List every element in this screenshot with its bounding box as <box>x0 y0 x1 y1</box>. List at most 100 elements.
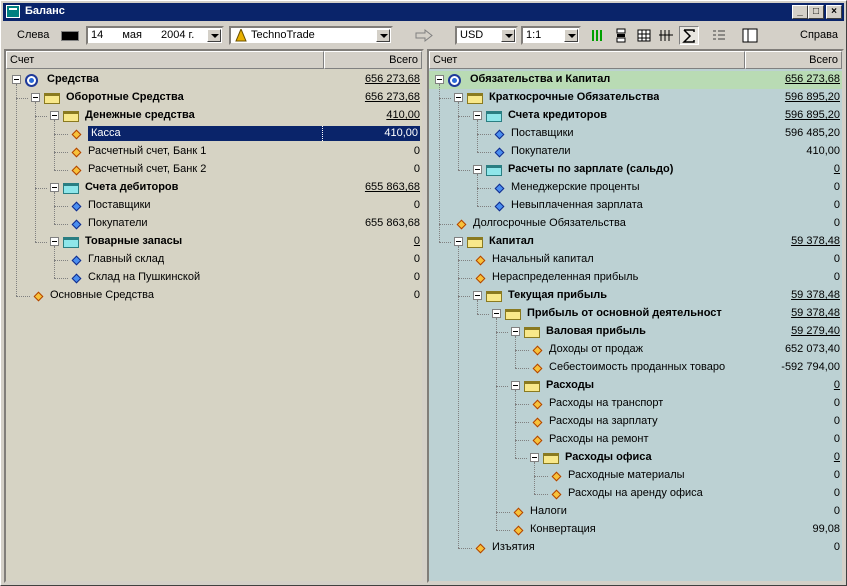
maximize-button[interactable]: □ <box>808 5 824 19</box>
tree-row[interactable]: Долгосрочные Обязательства 0 <box>429 215 842 233</box>
date-day: 14 <box>91 29 104 41</box>
tree-row[interactable]: Расходы на аренду офиса 0 <box>429 485 842 503</box>
tree-row[interactable]: Покупатели 410,00 <box>429 143 842 161</box>
date-picker[interactable]: 14 мая 2004 г. <box>86 26 224 45</box>
account-diamond-blue-icon <box>71 255 82 266</box>
tree-row[interactable]: Товарные запасы 0 <box>6 233 422 251</box>
tree-row[interactable]: Расходные материалы 0 <box>429 467 842 485</box>
tree-row[interactable]: Изъятия 0 <box>429 539 842 557</box>
color-swatch[interactable] <box>61 31 79 41</box>
split-icon[interactable] <box>656 26 676 45</box>
column-total-header[interactable]: Всего <box>745 51 842 69</box>
tree-guide-line <box>16 84 17 296</box>
columns-green-icon[interactable] <box>588 26 608 45</box>
arrow-right-icon[interactable] <box>413 26 433 45</box>
tree-row[interactable]: Себестоимость проданных товаро -592 794,0… <box>429 359 842 377</box>
tree-row[interactable]: Покупатели 655 863,68 <box>6 215 422 233</box>
collapse-toggle-icon[interactable] <box>454 237 463 246</box>
tree-row[interactable]: Налоги 0 <box>429 503 842 521</box>
tree-row[interactable]: Расходы офиса 0 <box>429 449 842 467</box>
assets-pane[interactable]: Счет Всего Средства 656 273,68 Оборотные С… <box>4 49 424 583</box>
chevron-down-icon[interactable] <box>376 29 390 42</box>
list-check-icon[interactable] <box>709 26 729 45</box>
tree-row[interactable]: Невыплаченная зарплата 0 <box>429 197 842 215</box>
grid-icon[interactable] <box>634 26 654 45</box>
tree-guide-line <box>477 174 478 206</box>
tree-row-value: 410,00 <box>806 145 840 157</box>
chevron-down-icon[interactable] <box>564 29 578 42</box>
currency-select[interactable]: USD <box>455 26 518 45</box>
tree-row[interactable]: Склад на Пушкинской 0 <box>6 269 422 287</box>
tree-row-label: Расходные материалы <box>568 469 685 481</box>
collapse-toggle-icon[interactable] <box>50 237 59 246</box>
chevron-down-icon[interactable] <box>501 29 515 42</box>
tree-row[interactable]: Основные Средства 0 <box>6 287 422 305</box>
tree-row[interactable]: Доходы от продаж 652 073,40 <box>429 341 842 359</box>
account-diamond-icon <box>71 147 82 158</box>
tree-row[interactable]: Начальный капитал 0 <box>429 251 842 269</box>
tree-row[interactable]: Счета кредиторов 596 895,20 <box>429 107 842 125</box>
tree-row[interactable]: Поставщики 0 <box>6 197 422 215</box>
chevron-down-icon[interactable] <box>207 29 221 42</box>
tree-row-label: Расходы <box>546 379 595 391</box>
collapse-toggle-icon[interactable] <box>12 75 21 84</box>
collapse-toggle-icon[interactable] <box>473 291 482 300</box>
collapse-toggle-icon[interactable] <box>530 453 539 462</box>
tree-row-value: 410,00 <box>386 109 420 121</box>
collapse-toggle-icon[interactable] <box>511 381 520 390</box>
tree-row-label: Расходы офиса <box>565 451 652 463</box>
tree-row[interactable]: Текущая прибыль 59 378,48 <box>429 287 842 305</box>
tree-row[interactable]: Денежные средства 410,00 <box>6 107 422 125</box>
tree-row[interactable]: Обязательства и Капитал 656 273,68 <box>429 71 842 89</box>
tree-row[interactable]: Прибыль от основной деятельност 59 378,48 <box>429 305 842 323</box>
tree-row[interactable]: Расходы на ремонт 0 <box>429 431 842 449</box>
tree-row[interactable]: Конвертация 99,08 <box>429 521 842 539</box>
tree-row[interactable]: Расходы на зарплату 0 <box>429 413 842 431</box>
column-account-header[interactable]: Счет <box>6 51 324 69</box>
collapse-toggle-icon[interactable] <box>473 165 482 174</box>
close-button[interactable]: × <box>826 5 842 19</box>
column-total-header[interactable]: Всего <box>324 51 422 69</box>
sum-button[interactable] <box>679 26 699 45</box>
account-diamond-icon <box>71 165 82 176</box>
collapse-toggle-icon[interactable] <box>435 75 444 84</box>
tree-row[interactable]: Оборотные Средства 656 273,68 <box>6 89 422 107</box>
account-diamond-icon <box>513 525 524 536</box>
row-toggle-icon[interactable] <box>611 26 631 45</box>
tree-guide-line <box>515 390 516 458</box>
tree-row[interactable]: Менеджерские проценты 0 <box>429 179 842 197</box>
collapse-toggle-icon[interactable] <box>492 309 501 318</box>
tree-row-value: 0 <box>413 199 420 211</box>
liabilities-pane[interactable]: Счет Всего Обязательства и Капитал 656 27… <box>427 49 844 583</box>
collapse-toggle-icon[interactable] <box>454 93 463 102</box>
account-diamond-blue-icon <box>494 147 505 158</box>
column-account-header[interactable]: Счет <box>429 51 745 69</box>
collapse-toggle-icon[interactable] <box>511 327 520 336</box>
tree-row[interactable]: Расчетный счет, Банк 2 0 <box>6 161 422 179</box>
minimize-button[interactable]: _ <box>792 5 808 19</box>
tree-row[interactable]: Счета дебиторов 655 863,68 <box>6 179 422 197</box>
collapse-toggle-icon[interactable] <box>50 111 59 120</box>
tree-row[interactable]: Валовая прибыль 59 279,40 <box>429 323 842 341</box>
tree-row[interactable]: Расходы на транспорт 0 <box>429 395 842 413</box>
tree-row[interactable]: Касса 410,00 <box>6 125 422 143</box>
tree-row[interactable]: Краткосрочные Обязательства 596 895,20 <box>429 89 842 107</box>
tree-row[interactable]: Средства 656 273,68 <box>6 71 422 89</box>
tree-row[interactable]: Капитал 59 378,48 <box>429 233 842 251</box>
layout-icon[interactable] <box>740 26 760 45</box>
tree-guide-line <box>477 120 478 152</box>
company-select[interactable]: TechnoTrade <box>229 26 393 45</box>
collapse-toggle-icon[interactable] <box>31 93 40 102</box>
collapse-toggle-icon[interactable] <box>50 183 59 192</box>
scale-select[interactable]: 1:1 <box>521 26 581 45</box>
account-diamond-blue-icon <box>71 201 82 212</box>
tree-row[interactable]: Нераспределенная прибыль 0 <box>429 269 842 287</box>
collapse-toggle-icon[interactable] <box>473 111 482 120</box>
tree-row[interactable]: Поставщики 596 485,20 <box>429 125 842 143</box>
tree-row[interactable]: Расходы 0 <box>429 377 842 395</box>
tree-row[interactable]: Расчеты по зарплате (сальдо) 0 <box>429 161 842 179</box>
tree-row[interactable]: Главный склад 0 <box>6 251 422 269</box>
tree-row[interactable]: Расчетный счет, Банк 1 0 <box>6 143 422 161</box>
tree-row-value: 0 <box>833 451 840 463</box>
tree-row-label: Счета кредиторов <box>508 109 607 121</box>
